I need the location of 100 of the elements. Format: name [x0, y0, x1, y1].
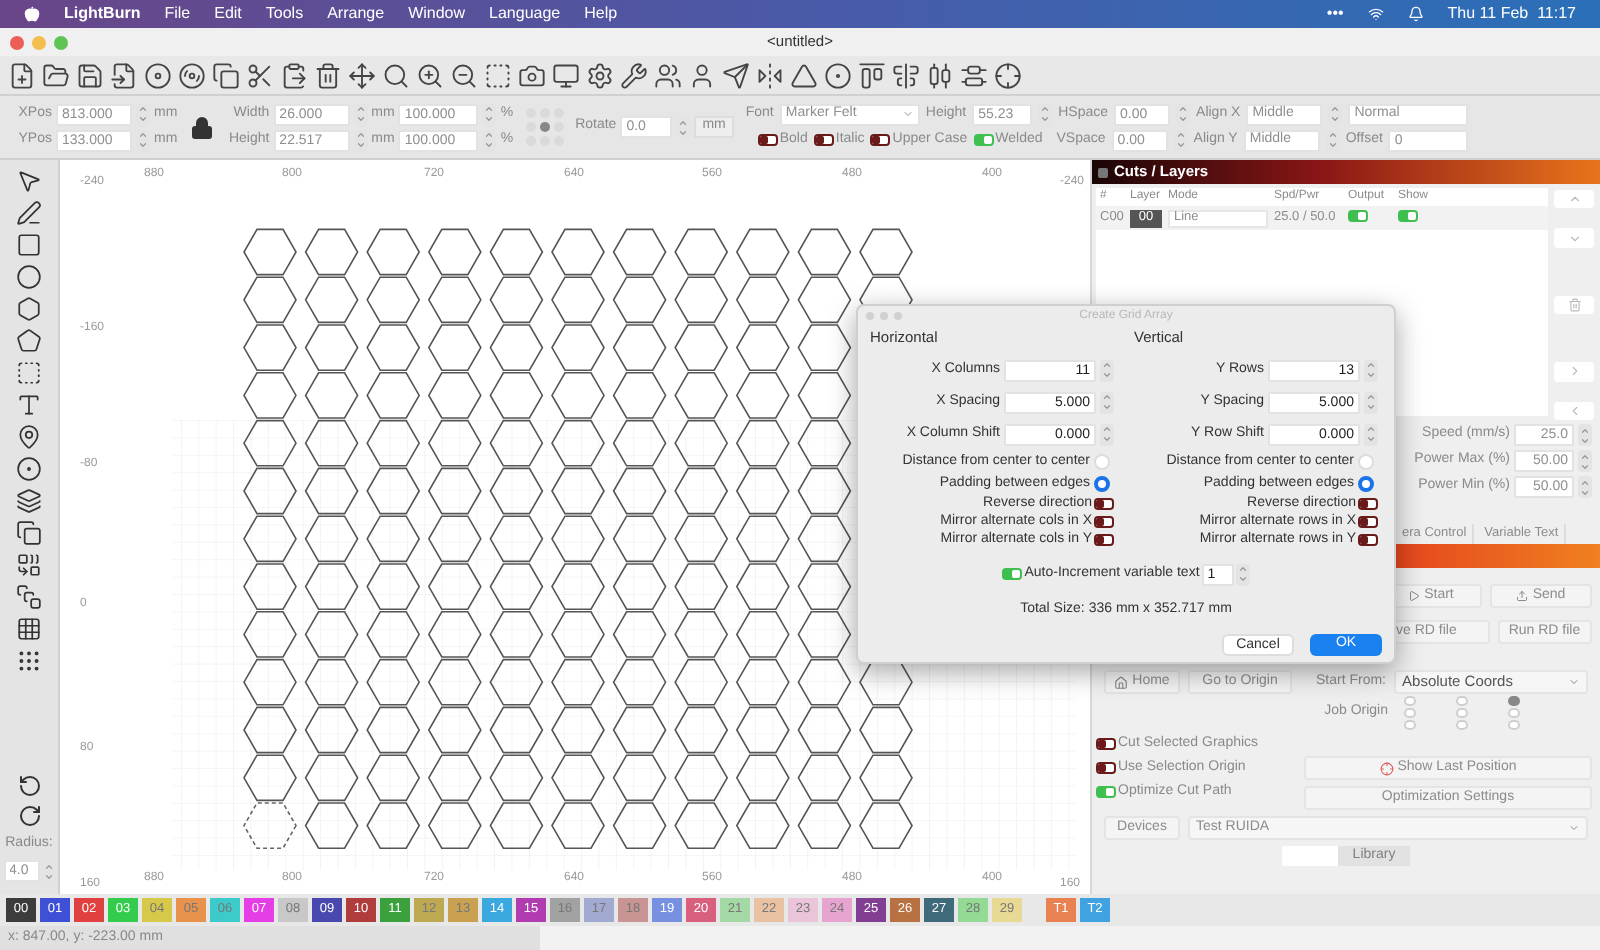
paper-plane-icon[interactable] — [722, 61, 750, 89]
chevron-right-icon — [1567, 364, 1581, 379]
wrench-icon[interactable] — [620, 61, 648, 89]
settings-icon[interactable] — [586, 61, 614, 89]
dashed-frame-icon[interactable] — [484, 61, 512, 89]
menu-item[interactable]: Tools — [265, 2, 304, 26]
pin-icon[interactable] — [16, 424, 42, 450]
chevron-down-icon — [1567, 231, 1581, 246]
menu-clock: Thu 11 Feb 11:17 — [1447, 2, 1576, 26]
origin-radio[interactable] — [1456, 708, 1468, 718]
origin-radio[interactable] — [1404, 696, 1416, 706]
output-toggle[interactable] — [1348, 210, 1368, 223]
camera-icon[interactable] — [518, 61, 546, 89]
pentagon-icon[interactable] — [16, 328, 42, 354]
toggle-switch[interactable] — [1096, 762, 1116, 774]
chevron-down-icon — [901, 108, 914, 120]
align-icon[interactable] — [858, 61, 886, 89]
grid-icon[interactable] — [16, 616, 42, 642]
toggle-switch[interactable] — [1358, 515, 1378, 528]
origin-radio[interactable] — [1508, 720, 1520, 730]
toggle-switch[interactable] — [1094, 497, 1114, 510]
copy-icon[interactable] — [16, 520, 42, 546]
menu-item[interactable]: Window — [408, 2, 466, 26]
text-tool-icon[interactable] — [16, 392, 42, 418]
origin-radio[interactable] — [1508, 708, 1520, 718]
origin-radio[interactable] — [1404, 720, 1416, 730]
ring-icon[interactable] — [16, 456, 42, 482]
rotate-right-icon[interactable] — [17, 803, 41, 827]
align-center-icon[interactable] — [892, 61, 920, 89]
origin-radio[interactable] — [1508, 696, 1520, 706]
chevron-down-icon — [1568, 822, 1580, 834]
toggle-switch[interactable] — [1096, 738, 1116, 750]
radio-button[interactable] — [1094, 475, 1110, 492]
app-menu[interactable]: LightBurn — [64, 2, 141, 26]
toggle-switch[interactable] — [870, 134, 891, 146]
mirror-icon[interactable] — [756, 61, 784, 89]
dashed-square-icon[interactable] — [16, 360, 42, 386]
cut-icon[interactable] — [246, 61, 274, 89]
radio-button[interactable] — [1358, 475, 1374, 492]
origin-radio[interactable] — [1404, 708, 1416, 718]
bell-icon[interactable] — [1407, 6, 1424, 22]
monitor-icon[interactable] — [552, 61, 580, 89]
save-icon[interactable] — [76, 61, 104, 89]
menu-item[interactable]: Edit — [214, 2, 242, 26]
menu-item[interactable]: Arrange — [327, 2, 385, 26]
distribute-icon[interactable] — [926, 61, 954, 89]
user-icon[interactable] — [688, 61, 716, 89]
home-icon — [1114, 675, 1129, 689]
apple-icon[interactable] — [24, 6, 40, 22]
toggle-switch[interactable] — [1358, 533, 1378, 546]
toggle-switch[interactable] — [1096, 786, 1116, 798]
panel-menu-icon[interactable] — [1098, 167, 1108, 177]
pointer-icon[interactable] — [16, 168, 42, 194]
menu-item[interactable]: Language — [489, 2, 561, 26]
crosshair-icon — [1379, 761, 1394, 775]
selected-hexagon — [243, 802, 297, 849]
origin-radio[interactable] — [1456, 720, 1468, 730]
new-file-icon[interactable] — [8, 61, 36, 89]
square-icon[interactable] — [16, 232, 42, 258]
overflow-menu[interactable]: ••• — [1326, 2, 1344, 26]
pen-icon[interactable] — [16, 200, 42, 226]
paste-icon[interactable] — [280, 61, 308, 89]
rotate-left-icon[interactable] — [17, 773, 41, 797]
disc-icon[interactable] — [144, 61, 172, 89]
crosshair-icon[interactable] — [994, 61, 1022, 89]
target-icon[interactable] — [824, 61, 852, 89]
distribute-icon[interactable] — [960, 61, 988, 89]
layers-icon[interactable] — [16, 488, 42, 514]
menu-item[interactable]: File — [164, 2, 191, 26]
anchor-point[interactable] — [539, 122, 550, 132]
toggle-switch[interactable] — [1002, 568, 1023, 581]
menu-item[interactable]: Help — [584, 2, 618, 26]
users-icon[interactable] — [654, 61, 682, 89]
dot-grid-icon[interactable] — [16, 648, 42, 674]
stack-icon[interactable] — [16, 584, 42, 610]
zoom-in-icon[interactable] — [416, 61, 444, 89]
disc-icon[interactable] — [178, 61, 206, 89]
wifi-icon[interactable] — [1367, 6, 1384, 22]
trash-icon[interactable] — [314, 61, 342, 89]
toggle-switch[interactable] — [973, 134, 994, 146]
search-icon[interactable] — [382, 61, 410, 89]
toggle-switch[interactable] — [1094, 533, 1114, 546]
toggle-switch[interactable] — [757, 134, 778, 146]
lock-icon[interactable] — [189, 115, 214, 139]
toggle-switch[interactable] — [1094, 515, 1114, 528]
copy-icon[interactable] — [212, 61, 240, 89]
combine-icon[interactable] — [16, 552, 42, 578]
zoom-out-icon[interactable] — [450, 61, 478, 89]
upload-icon — [1516, 590, 1529, 602]
folder-icon[interactable] — [42, 61, 70, 89]
show-toggle[interactable] — [1398, 210, 1418, 223]
close-button[interactable] — [10, 35, 24, 49]
toggle-switch[interactable] — [813, 134, 834, 146]
move-icon[interactable] — [348, 61, 376, 89]
triangle-icon[interactable] — [790, 61, 818, 89]
hexagon-icon[interactable] — [16, 296, 42, 322]
import-icon[interactable] — [110, 61, 138, 89]
origin-radio[interactable] — [1456, 696, 1468, 706]
circle-icon[interactable] — [16, 264, 42, 290]
toggle-switch[interactable] — [1358, 497, 1378, 510]
